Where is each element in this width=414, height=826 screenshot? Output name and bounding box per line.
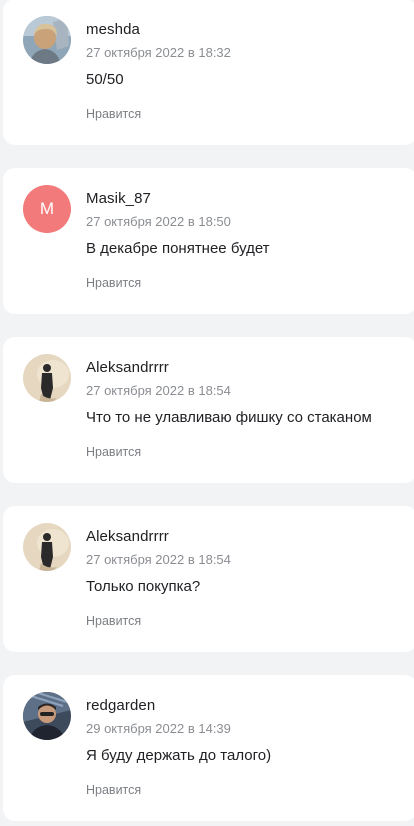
- avatar[interactable]: [23, 354, 71, 402]
- comment-text: В декабре понятнее будет: [86, 240, 270, 257]
- comment-date: 27 октября 2022 в 18:54: [86, 552, 231, 567]
- comment-date: 29 октября 2022 в 14:39: [86, 721, 231, 736]
- like-button[interactable]: Нравится: [86, 783, 141, 797]
- comment-card: Aleksandrrrr 27 октября 2022 в 18:54 Что…: [3, 337, 414, 483]
- avatar[interactable]: M: [23, 185, 71, 233]
- like-button[interactable]: Нравится: [86, 445, 141, 459]
- comment-card: redgarden 29 октября 2022 в 14:39 Я буду…: [3, 675, 414, 821]
- like-button[interactable]: Нравится: [86, 276, 141, 290]
- comment-card: M Masik_87 27 октября 2022 в 18:50 В дек…: [3, 168, 414, 314]
- avatar[interactable]: [23, 523, 71, 571]
- comment-card: Aleksandrrrr 27 октября 2022 в 18:54 Тол…: [3, 506, 414, 652]
- avatar[interactable]: [23, 692, 71, 740]
- username[interactable]: meshda: [86, 21, 140, 38]
- avatar[interactable]: [23, 16, 71, 64]
- comment-text: Я буду держать до талого): [86, 747, 272, 764]
- comment-date: 27 октября 2022 в 18:32: [86, 45, 231, 60]
- comments-feed: meshda 27 октября 2022 в 18:32 50/50 Нра…: [0, 0, 414, 826]
- username[interactable]: Aleksandrrrr: [86, 359, 169, 376]
- comment-date: 27 октября 2022 в 18:50: [86, 214, 231, 229]
- comment-text: Что то не улавливаю фишку со стаканом: [86, 409, 372, 426]
- comment-card: meshda 27 октября 2022 в 18:32 50/50 Нра…: [3, 0, 414, 145]
- username[interactable]: redgarden: [86, 697, 155, 714]
- comment-date: 27 октября 2022 в 18:54: [86, 383, 231, 398]
- like-button[interactable]: Нравится: [86, 107, 141, 121]
- comment-text: 50/50: [86, 71, 124, 88]
- like-button[interactable]: Нравится: [86, 614, 141, 628]
- username[interactable]: Masik_87: [86, 190, 151, 207]
- comment-text: Только покупка?: [86, 578, 201, 595]
- username[interactable]: Aleksandrrrr: [86, 528, 169, 545]
